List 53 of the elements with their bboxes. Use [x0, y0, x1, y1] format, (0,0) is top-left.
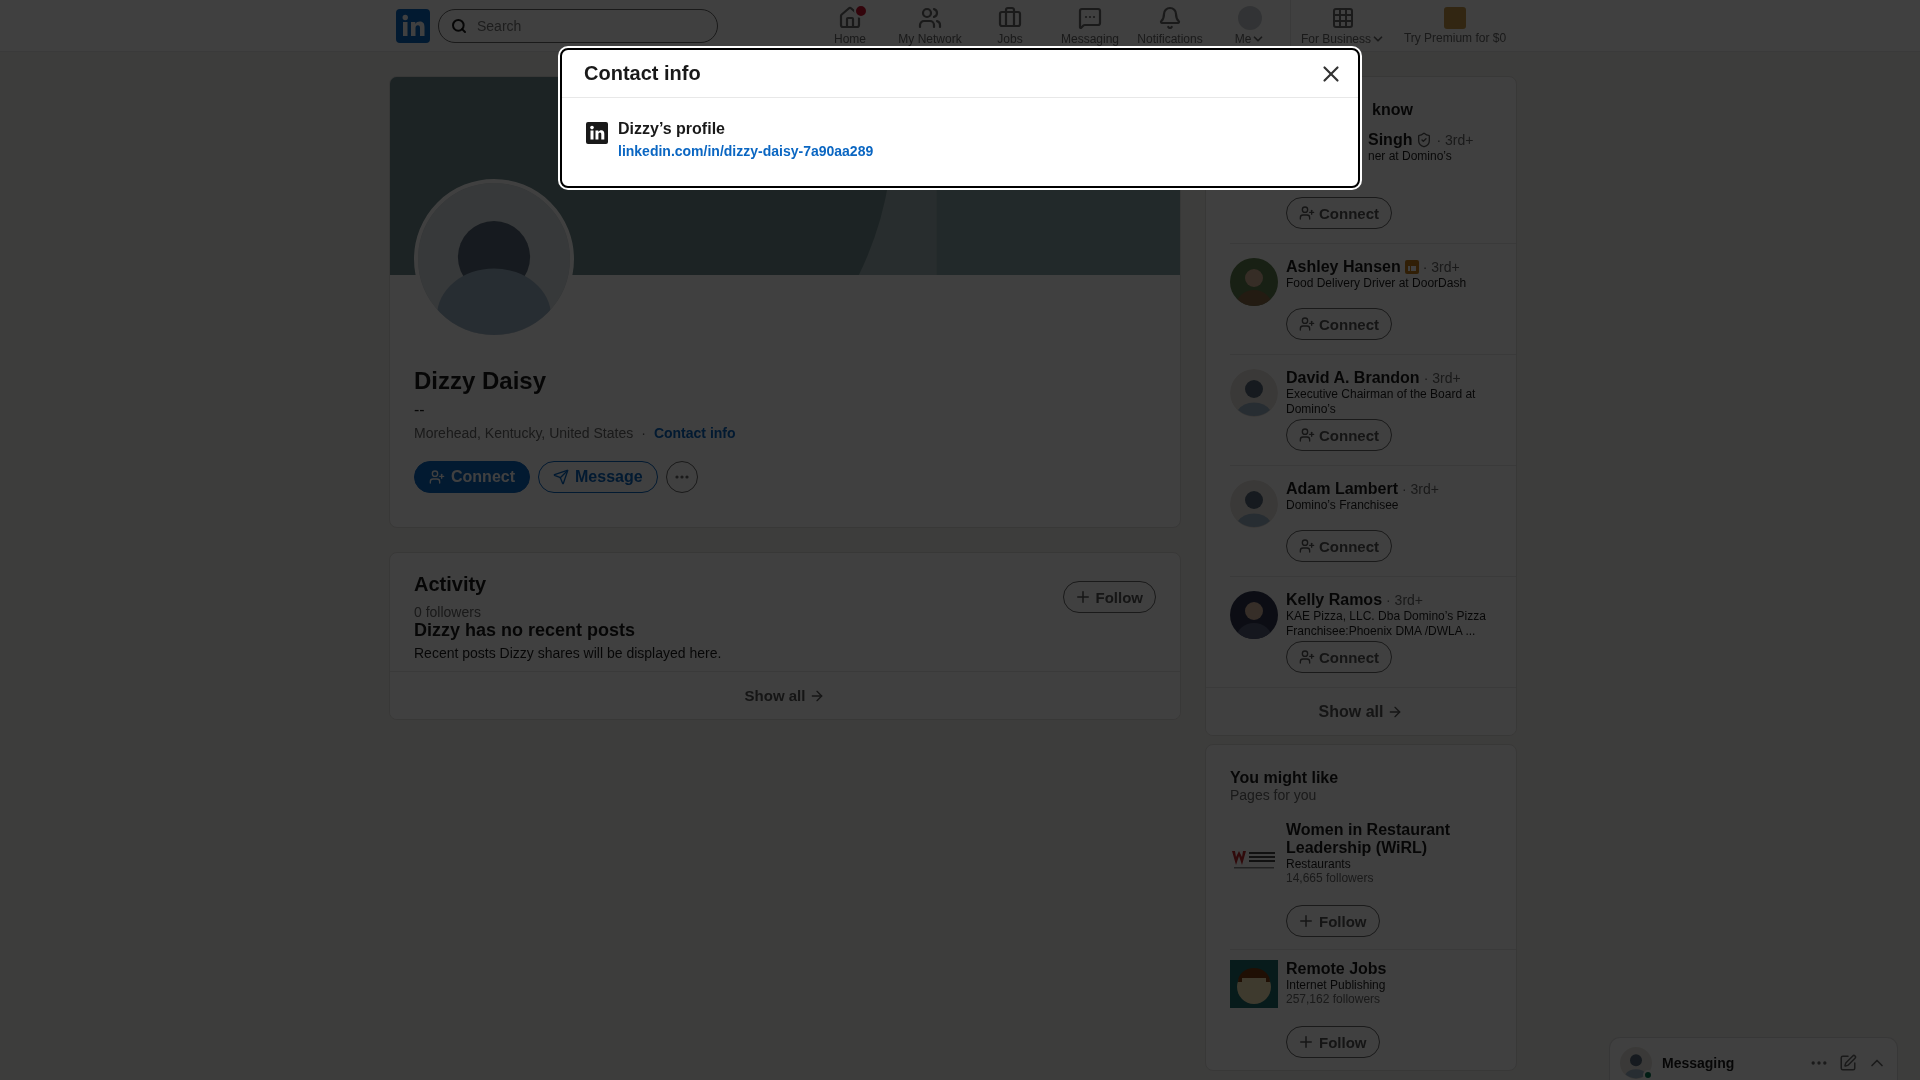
avatar-icon	[1230, 480, 1278, 528]
message-button[interactable]: Message	[538, 461, 658, 493]
person-headline: ner at Domino’s	[1368, 149, 1453, 165]
contact-info-link[interactable]: Contact info	[653, 425, 736, 441]
person-name[interactable]: Adam Lambert	[1286, 480, 1399, 498]
plus-icon	[1297, 1033, 1315, 1051]
grid-icon	[1331, 5, 1355, 30]
page-name[interactable]: Women in Restaurant Leadership (WiRL)	[1286, 821, 1486, 857]
people-icon	[918, 5, 942, 30]
page-industry: Restaurants	[1286, 857, 1352, 871]
add-person-icon	[1299, 205, 1315, 221]
dialog-title: Contact info	[584, 62, 701, 85]
person-name[interactable]: Ashley Hansen	[1286, 258, 1401, 276]
profile-url-link[interactable]: linkedin.com/in/dizzy-daisy-7a90aa289	[618, 143, 874, 159]
profile-name: Dizzy Daisy	[414, 367, 548, 395]
chat-icon	[1078, 5, 1102, 30]
add-person-icon	[1299, 538, 1315, 554]
messaging-label: Messaging	[1662, 1055, 1736, 1071]
add-person-icon	[1299, 427, 1315, 443]
person-name[interactable]: Singh	[1368, 131, 1413, 149]
page-industry: Internet Publishing	[1286, 978, 1387, 992]
profile-label: Dizzy’s profile	[618, 120, 726, 138]
section-title: Activity	[414, 573, 488, 596]
logo-icon[interactable]	[396, 8, 430, 43]
card-title: know	[1371, 100, 1414, 120]
add-person-icon	[1299, 649, 1315, 665]
home-icon	[838, 5, 862, 30]
plus-icon	[1297, 912, 1315, 930]
person-name[interactable]: David A. Brandon	[1286, 369, 1420, 387]
add-person-icon	[429, 469, 445, 485]
card-title: You might like	[1230, 769, 1340, 787]
empty-text: Recent posts Dizzy shares will be displayed here.	[414, 645, 722, 661]
profile-headline: --	[414, 401, 426, 419]
person-headline: Food Delivery Driver at DoorDash	[1286, 276, 1468, 292]
linkedin-icon	[586, 122, 608, 144]
person-name[interactable]: Kelly Ramos	[1286, 591, 1383, 609]
search-icon	[451, 17, 467, 34]
send-icon	[553, 469, 569, 485]
add-person-icon	[1299, 316, 1315, 332]
premium-icon	[1444, 6, 1466, 29]
avatar-icon	[1620, 1047, 1652, 1079]
more-icon	[674, 475, 689, 479]
bell-icon	[1158, 5, 1182, 30]
page-name[interactable]: Remote Jobs	[1286, 960, 1486, 978]
messaging-bar[interactable]: Messaging	[1610, 1038, 1897, 1080]
separator-dot: ·	[641, 425, 646, 441]
compose-icon[interactable]	[1839, 1054, 1857, 1072]
more-button[interactable]	[665, 461, 698, 493]
briefcase-icon	[998, 5, 1022, 30]
empty-title: Dizzy has no recent posts	[414, 620, 637, 641]
person-headline: Domino’s Franchisee	[1286, 498, 1400, 514]
avatar-icon	[1230, 369, 1278, 417]
person-headline: KAE Pizza, LLC. Dba Domino’s Pizza Franchisee:Phoenix DMA /DWLA ...	[1286, 609, 1487, 639]
